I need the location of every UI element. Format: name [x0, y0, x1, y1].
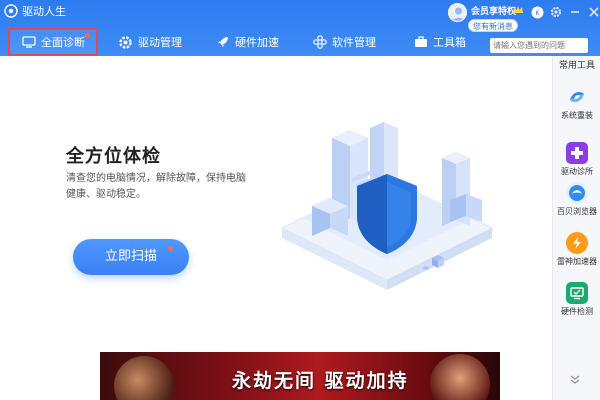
notification-dot: [85, 33, 90, 38]
scan-now-button[interactable]: 立即扫描: [73, 239, 189, 275]
app-logo-icon: [4, 4, 18, 18]
driver-clinic-icon: [566, 142, 588, 164]
tab-toolbox[interactable]: 工具箱: [414, 28, 466, 56]
tool-label: 硬件检测: [561, 307, 593, 316]
window-controls: K: [530, 4, 600, 20]
search-input[interactable]: [490, 38, 588, 53]
tab-label: 工具箱: [433, 36, 466, 49]
system-reinstall-icon: [566, 86, 588, 108]
tool-label: 驱动诊所: [561, 167, 593, 176]
tab-label: 硬件加速: [235, 36, 279, 49]
security-shield-illustration: [280, 122, 494, 290]
tools-panel: 常用工具 系统重装 驱动诊所 百贝浏览器 雷神加速器 硬件检测: [552, 56, 600, 400]
tab-software-management[interactable]: 软件管理: [313, 28, 376, 56]
tab-label: 软件管理: [332, 36, 376, 49]
rocket-icon: [218, 37, 228, 47]
thunder-accelerator-icon: [566, 232, 588, 254]
page-description: 清查您的电脑情况，解除故障，保持电脑健康、驱动稳定。: [66, 173, 246, 200]
vip-badge-icon[interactable]: K: [530, 5, 544, 19]
tool-driver-clinic[interactable]: 驱动诊所: [553, 142, 600, 177]
chevron-down-icon[interactable]: [569, 375, 581, 388]
tool-system-reinstall[interactable]: 系统重装: [553, 86, 600, 121]
tab-driver-management[interactable]: 驱动管理: [118, 28, 182, 56]
gear-icon: [119, 35, 132, 49]
tab-label: 驱动管理: [138, 36, 182, 49]
app-title: 驱动人生: [22, 5, 66, 18]
apps-icon: [313, 35, 327, 49]
title-bar: 驱动人生 会员享特权 您有新消息 K: [0, 0, 600, 32]
tools-panel-title: 常用工具: [558, 61, 595, 71]
avatar[interactable]: [448, 3, 467, 22]
browser-icon: [566, 182, 588, 204]
scan-button-label: 立即扫描: [104, 249, 157, 264]
page-title: 全方位体检: [66, 146, 161, 167]
tool-label: 百贝浏览器: [557, 207, 597, 216]
tool-browser[interactable]: 百贝浏览器: [553, 182, 600, 217]
toolbox-icon: [415, 36, 427, 47]
hardware-check-icon: [566, 282, 588, 304]
crown-icon[interactable]: [512, 4, 524, 16]
banner-character-left: [114, 356, 174, 400]
banner-text: 永劫无间 驱动加持: [232, 370, 409, 392]
game-banner-ad[interactable]: 永劫无间 驱动加持: [100, 352, 500, 400]
tool-label: 系统重装: [561, 111, 593, 120]
monitor-icon: [22, 36, 36, 48]
notification-dot: [168, 246, 173, 251]
member-privilege-label[interactable]: 会员享特权: [471, 4, 516, 17]
minimize-icon[interactable]: [568, 5, 582, 19]
tab-label: 全面诊断: [41, 36, 85, 49]
tool-hardware-check[interactable]: 硬件检测: [553, 282, 600, 317]
close-icon[interactable]: [587, 5, 600, 19]
tool-label: 雷神加速器: [557, 257, 597, 266]
gear-icon[interactable]: [549, 5, 563, 19]
banner-character-right: [430, 354, 490, 400]
tab-hardware-acceleration[interactable]: 硬件加速: [216, 28, 279, 56]
tool-thunder-accelerator[interactable]: 雷神加速器: [553, 232, 600, 267]
tab-full-diagnosis[interactable]: 全面诊断: [8, 28, 98, 56]
